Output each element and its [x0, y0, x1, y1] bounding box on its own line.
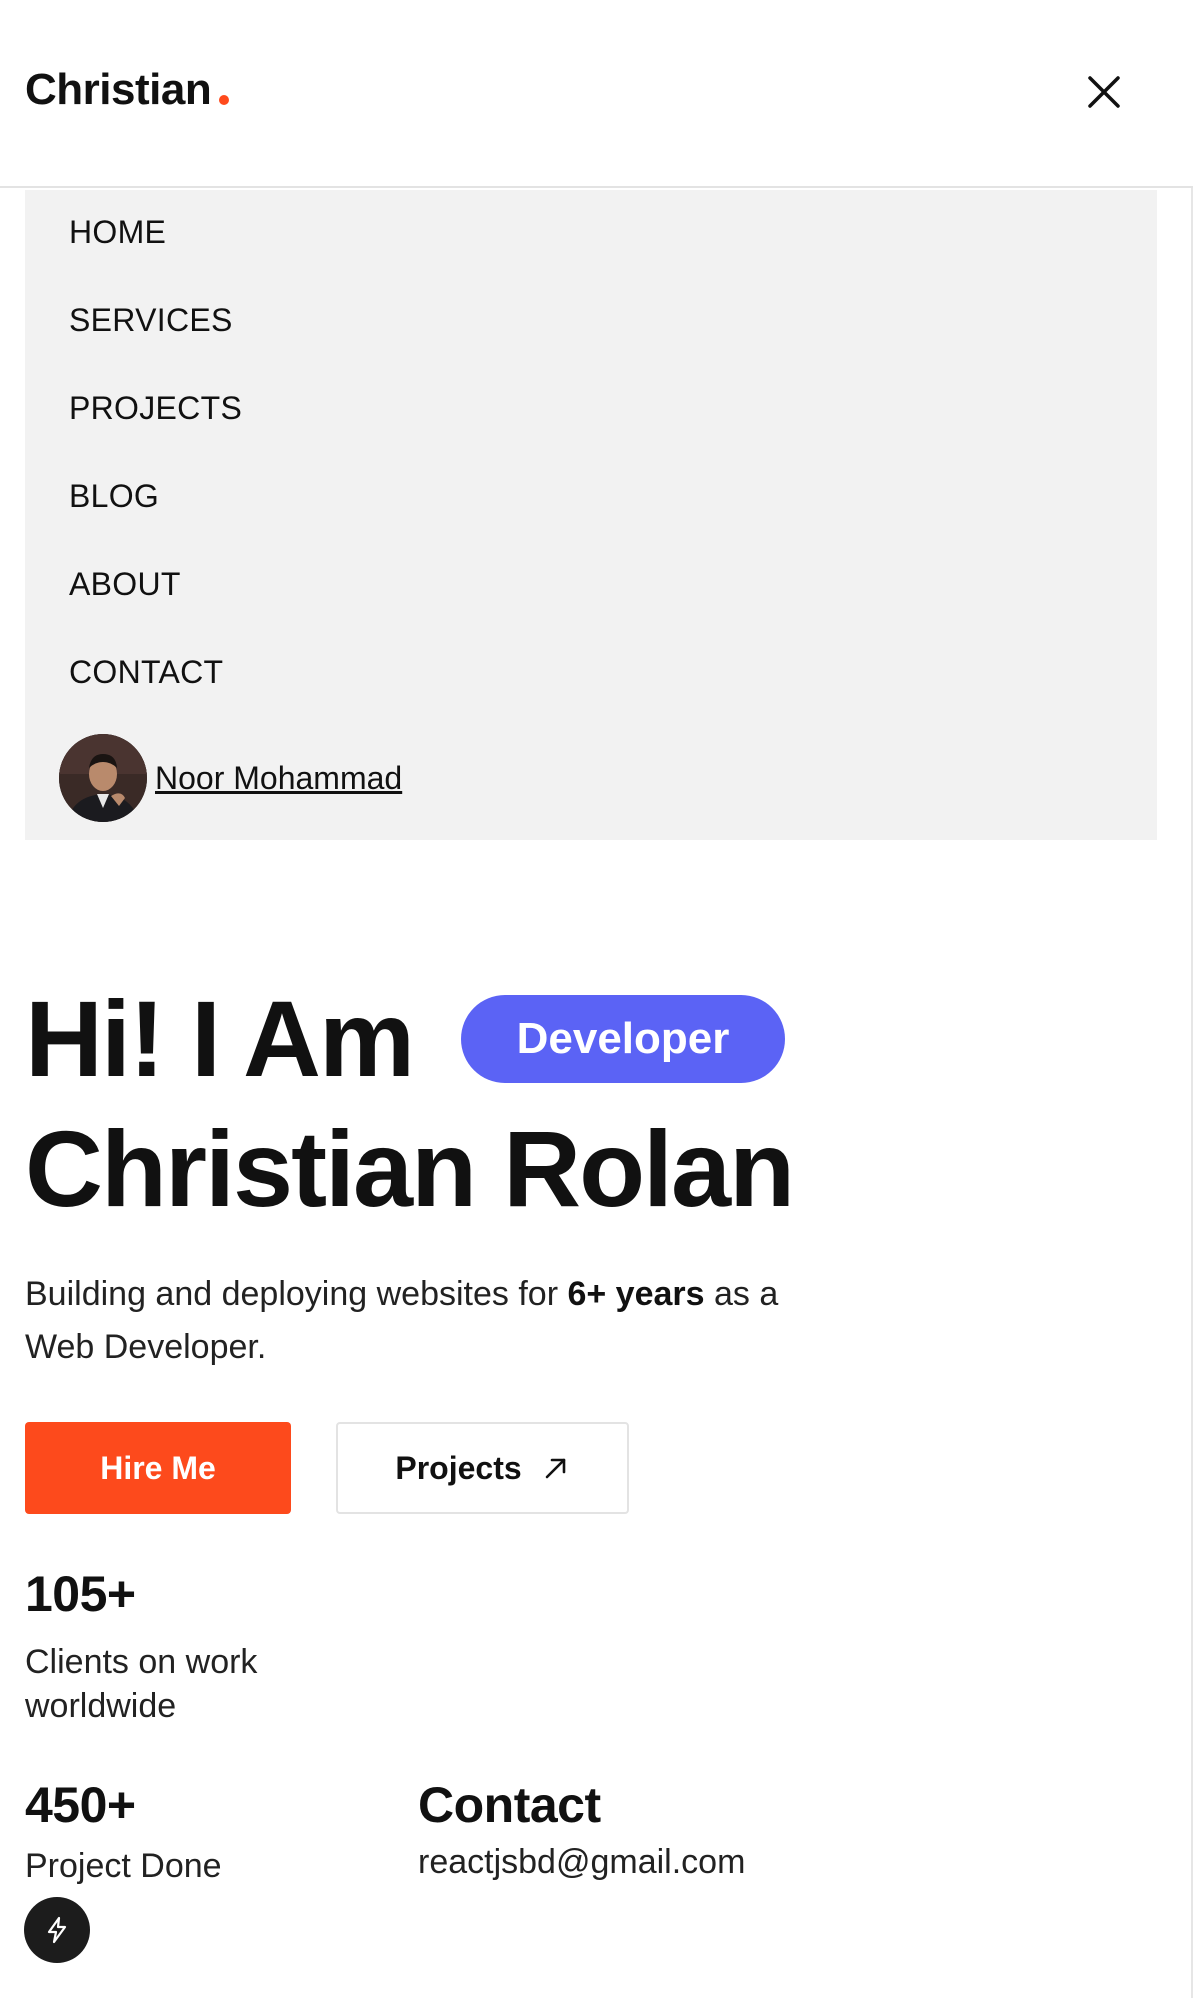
brand-dot [219, 95, 230, 105]
user-profile-link[interactable]: Noor Mohammad [59, 734, 402, 822]
menu-item-contact[interactable]: CONTACT [69, 654, 223, 691]
desc-years: 6+ years [567, 1275, 705, 1313]
projects-count: 450+ [25, 1777, 136, 1833]
projects-button[interactable]: Projects [336, 1422, 629, 1514]
hero-greeting: Hi! I Am [25, 978, 415, 1099]
clients-label: Clients on work worldwide [25, 1643, 258, 1725]
menu-item-services[interactable]: SERVICES [69, 302, 233, 339]
site-header: Christian [0, 0, 1193, 188]
brand-name: Christian [25, 65, 212, 114]
menu-item-home[interactable]: HOME [69, 214, 166, 251]
clients-count: 105+ [25, 1566, 136, 1622]
hero-description: Building and deploying websites for 6+ y… [25, 1268, 845, 1374]
close-menu-button[interactable] [1082, 70, 1126, 114]
page: Christian HOME SERVICES PROJECTS BLOG AB… [0, 0, 1193, 1998]
desc-part1: Building and deploying websites for [25, 1275, 568, 1313]
menu-item-projects[interactable]: PROJECTS [69, 390, 242, 427]
mobile-menu: HOME SERVICES PROJECTS BLOG ABOUT CONTAC… [25, 190, 1157, 840]
role-badge: Developer [461, 995, 785, 1083]
user-name: Noor Mohammad [155, 759, 403, 796]
hero-name: Christian Rolan [25, 1108, 795, 1229]
menu-item-blog[interactable]: BLOG [69, 478, 159, 515]
projects-button-label: Projects [395, 1449, 522, 1486]
close-icon [1088, 76, 1120, 108]
hire-me-button[interactable]: Hire Me [25, 1422, 291, 1514]
arrow-up-right-icon [545, 1458, 565, 1479]
brand-logo[interactable]: Christian [25, 65, 230, 115]
avatar [59, 734, 147, 822]
lightning-fab[interactable] [24, 1897, 90, 1963]
contact-email[interactable]: reactjsbd@gmail.com [418, 1840, 745, 1884]
contact-title: Contact [418, 1777, 601, 1833]
hero-heading-line1: Hi! I Am Developer [25, 985, 785, 1093]
projects-label: Project Done [25, 1847, 222, 1885]
lightning-icon [47, 1916, 67, 1944]
menu-item-about[interactable]: ABOUT [69, 566, 181, 603]
